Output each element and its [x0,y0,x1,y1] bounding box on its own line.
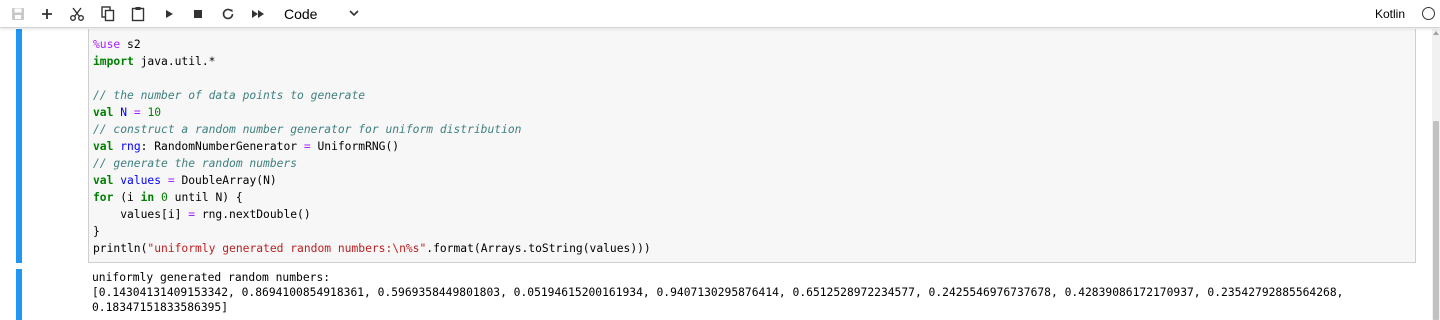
cell-output: uniformly generated random numbers: [0.1… [88,269,1418,320]
code-token: val [93,174,114,187]
kernel-name[interactable]: Kotlin [1375,7,1405,21]
code-token: import [93,55,134,68]
code-line: } [93,223,651,240]
code-line: for (i in 0 until N) { [93,189,651,206]
code-line: val values = DoubleArray(N) [93,172,651,189]
code-token: %use [93,38,121,51]
code-token: .format(Arrays.toString(values))) [426,242,651,255]
code-line: values[i] = rng.nextDouble() [93,206,651,223]
notebook-area: %use s2 import java.util.*// the number o… [0,29,1432,320]
code-line: // construct a random number generator f… [93,121,651,138]
code-token: (i [113,191,141,204]
paste-icon[interactable] [128,4,148,24]
cut-icon[interactable] [67,4,87,24]
code-token: val [93,106,114,119]
code-token: rng [120,140,141,153]
code-token: in [140,191,155,204]
scrollbar-thumb[interactable] [1433,121,1439,320]
code-token: rng.nextDouble() [195,208,311,221]
code-token: UniformRNG() [310,140,400,153]
cell-type-dropdown[interactable]: Code [276,3,370,25]
save-icon[interactable] [8,4,28,24]
code-line: val rng: RandomNumberGenerator = Uniform… [93,138,651,155]
run-icon[interactable] [159,4,179,24]
code-token: = [167,174,175,187]
code-token: N [120,106,128,119]
code-token: // generate the random numbers [93,157,298,170]
restart-icon[interactable] [218,4,238,24]
insert-cell-icon[interactable] [37,4,57,24]
code-token: until N) { [167,191,243,204]
fast-forward-icon[interactable] [248,4,268,24]
code-token: = [303,140,311,153]
code-token: s2 [120,38,141,51]
code-token: "uniformly generated random numbers:\n%s… [147,242,427,255]
code-token: = [133,106,141,119]
code-token: // the number of data points to generate [93,89,366,102]
code-lines: %use s2 import java.util.*// the number o… [93,36,651,257]
kernel-status-icon [1422,7,1435,20]
code-token: // construct a random number generator f… [93,123,522,136]
code-token: DoubleArray(N) [174,174,277,187]
code-token: 0 [161,191,168,204]
code-token: values [120,174,162,187]
code-token: println( [93,242,148,255]
code-token: val [93,140,114,153]
code-token: } [93,225,100,238]
vertical-scrollbar[interactable] [1432,29,1440,320]
code-token: : RandomNumberGenerator [140,140,304,153]
notebook-toolbar: Code Kotlin [0,0,1440,28]
copy-icon[interactable] [98,4,118,24]
output-text: uniformly generated random numbers: [0.1… [92,271,1344,314]
code-token: java.util.* [133,55,216,68]
code-token: 10 [147,106,162,119]
chevron-down-icon [348,6,360,25]
code-line: %use s2 [93,36,651,53]
code-token: for [93,191,114,204]
cell-output-collapser[interactable] [16,269,22,320]
scroll-up-arrow-icon[interactable] [1433,31,1439,35]
code-line: println("uniformly generated random numb… [93,240,651,257]
code-line: import java.util.* [93,53,651,70]
code-token: values[i] [93,208,189,221]
cell-type-label: Code [284,6,318,22]
code-editor[interactable]: %use s2 import java.util.*// the number o… [88,29,1416,263]
code-line: // generate the random numbers [93,155,651,172]
code-token: = [188,208,196,221]
interrupt-icon[interactable] [188,4,208,24]
cell-input-collapser[interactable] [16,29,22,263]
code-line: val N = 10 [93,104,651,121]
code-line: // the number of data points to generate [93,87,651,104]
